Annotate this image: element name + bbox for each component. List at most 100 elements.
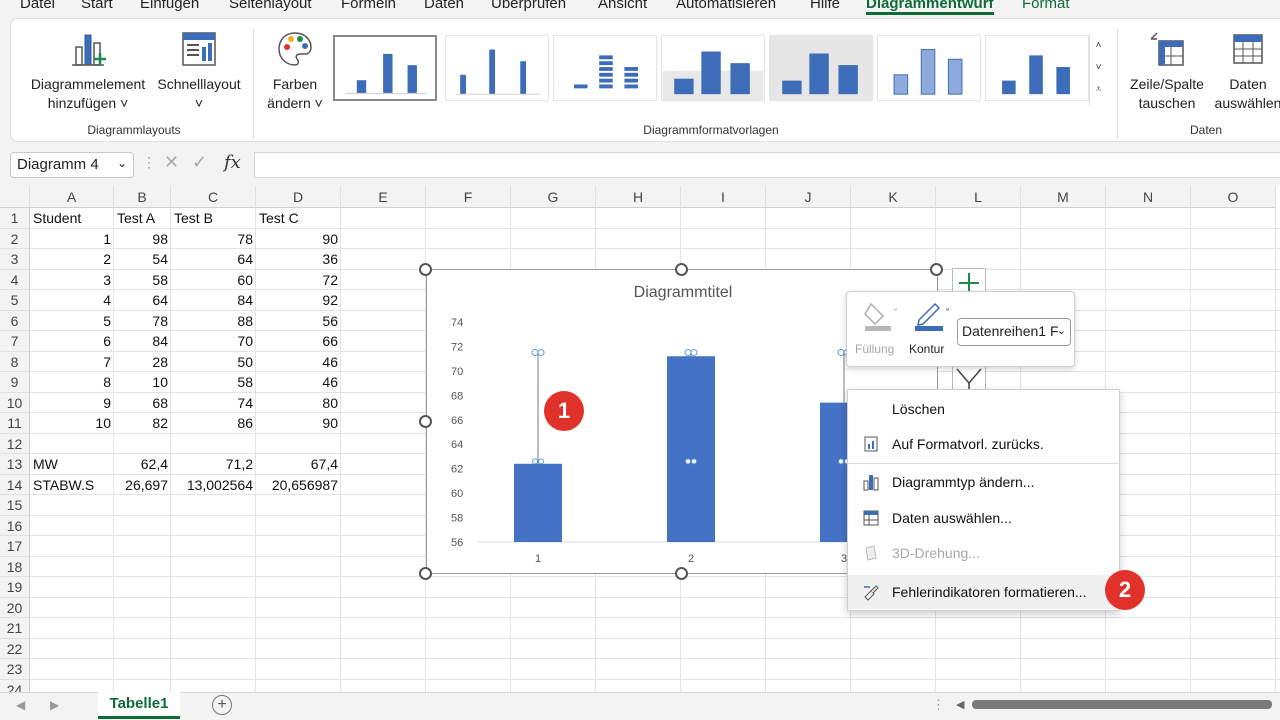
chart-style-6[interactable] [877,35,981,101]
row-header-17[interactable]: 17 [0,536,30,557]
cell[interactable]: 3 [33,270,111,290]
scroll-left-icon[interactable]: ◀ [16,698,25,712]
switch-row-column-button[interactable]: Zeile/Spalte tauschen [1123,29,1211,113]
add-chart-element-button[interactable]: Diagrammelement hinzufügen ˅ [27,29,149,113]
row-header-18[interactable]: 18 [0,556,30,577]
tab-datei[interactable]: Datei [20,0,55,12]
resize-handle-bottom-left[interactable] [419,567,432,580]
chart-style-4[interactable] [661,35,765,101]
cancel-icon[interactable]: ✕ [164,152,179,173]
gallery-more-icon[interactable]: ⩡ [1090,79,1107,101]
cell[interactable]: 88 [174,311,253,331]
fx-icon[interactable]: fx [224,152,241,173]
cell[interactable]: 36 [259,249,338,269]
row-header-15[interactable]: 15 [0,495,30,516]
cell[interactable]: Test C [259,208,338,228]
cell[interactable]: 60 [174,270,253,290]
row-header-14[interactable]: 14 [0,474,30,495]
chart-style-7[interactable] [985,35,1089,101]
column-header-k[interactable]: K [851,186,936,208]
bar-1[interactable] [514,463,562,542]
column-header-n[interactable]: N [1106,186,1191,208]
column-header-e[interactable]: E [341,186,426,208]
scroll-right-icon[interactable]: ▶ [50,698,59,712]
quick-layout-button[interactable]: Schnelllayout ˅ [154,29,244,113]
menu-item-delete[interactable]: Löschen [848,392,1120,426]
tab-einfuegen[interactable]: Einfügen [140,0,199,12]
cell[interactable]: 66 [259,331,338,351]
row-header-22[interactable]: 22 [0,638,30,659]
cell[interactable]: 84 [117,331,168,351]
cell[interactable]: 28 [117,352,168,372]
cell[interactable]: 80 [259,393,338,413]
cell[interactable]: 90 [259,229,338,249]
cell[interactable]: 5 [33,311,111,331]
tab-start[interactable]: Start [81,0,113,12]
cell[interactable]: 1 [33,229,111,249]
chart-style-gallery[interactable] [333,35,1093,103]
column-header-b[interactable]: B [114,186,171,208]
row-header-9[interactable]: 9 [0,372,30,393]
row-header-13[interactable]: 13 [0,454,30,475]
tab-automatisieren[interactable]: Automatisieren [676,0,776,12]
cell[interactable]: 82 [117,413,168,433]
scroll-left-icon[interactable]: ◀ [956,698,964,711]
row-header-4[interactable]: 4 [0,269,30,290]
cell[interactable]: 84 [174,290,253,310]
cell[interactable]: 13,002564 [174,475,253,495]
cell[interactable]: Test B [174,208,253,228]
select-all-corner[interactable] [0,186,30,208]
more-icon[interactable]: ⋮ [932,697,945,713]
cell[interactable]: 9 [33,393,111,413]
column-header-g[interactable]: G [511,186,596,208]
cell[interactable]: 58 [174,372,253,392]
row-header-1[interactable]: 1 [0,208,30,229]
cell[interactable]: 10 [117,372,168,392]
column-header-f[interactable]: F [426,186,511,208]
resize-handle-top[interactable] [675,263,688,276]
cell[interactable]: 54 [117,249,168,269]
tab-format[interactable]: Format [1022,0,1070,12]
cell[interactable]: 78 [174,229,253,249]
name-box[interactable]: Diagramm 4 ⌄ [10,152,134,178]
row-header-6[interactable]: 6 [0,310,30,331]
tab-ansicht[interactable]: Ansicht [598,0,647,12]
column-header-i[interactable]: I [681,186,766,208]
formula-input[interactable] [254,152,1280,178]
select-data-button[interactable]: Daten auswählen [1211,29,1280,113]
row-header-7[interactable]: 7 [0,331,30,352]
cell[interactable]: 74 [174,393,253,413]
change-colors-button[interactable]: Farben ändern ˅ [261,29,329,113]
fill-button[interactable]: ˅ Füllung [853,296,905,362]
cell[interactable]: Test A [117,208,168,228]
cell[interactable]: 50 [174,352,253,372]
row-header-10[interactable]: 10 [0,392,30,413]
row-header-2[interactable]: 2 [0,228,30,249]
confirm-icon[interactable]: ✓ [192,152,207,173]
sheet-tab-active[interactable]: Tabelle1 [98,692,180,719]
cell[interactable]: 4 [33,290,111,310]
tab-ueberpruefen[interactable]: Überprüfen [491,0,566,12]
menu-item-format-error-bars[interactable]: Fehlerindikatoren formatieren... [848,575,1120,609]
cell[interactable]: 7 [33,352,111,372]
chevron-down-icon[interactable]: ⌄ [117,156,127,170]
cell[interactable]: 70 [174,331,253,351]
cell[interactable]: 26,697 [117,475,168,495]
tab-diagrammentwurf[interactable]: Diagrammentwurf [866,0,994,15]
cell[interactable]: 20,656987 [259,475,338,495]
tab-formeln[interactable]: Formeln [341,0,396,12]
cell[interactable]: 46 [259,352,338,372]
cell[interactable]: 46 [259,372,338,392]
cell[interactable]: 72 [259,270,338,290]
cell[interactable]: 98 [117,229,168,249]
cell[interactable]: STABW.S [33,475,111,495]
resize-handle-top-left[interactable] [419,263,432,276]
cell[interactable]: 64 [117,290,168,310]
row-header-23[interactable]: 23 [0,659,30,680]
menu-item-select-data[interactable]: Daten auswählen... [848,501,1120,535]
row-header-12[interactable]: 12 [0,433,30,454]
column-header-c[interactable]: C [171,186,256,208]
cell[interactable]: 62,4 [117,454,168,474]
row-header-20[interactable]: 20 [0,597,30,618]
series-selector[interactable]: Datenreihen1 F ⌄ [957,318,1071,346]
